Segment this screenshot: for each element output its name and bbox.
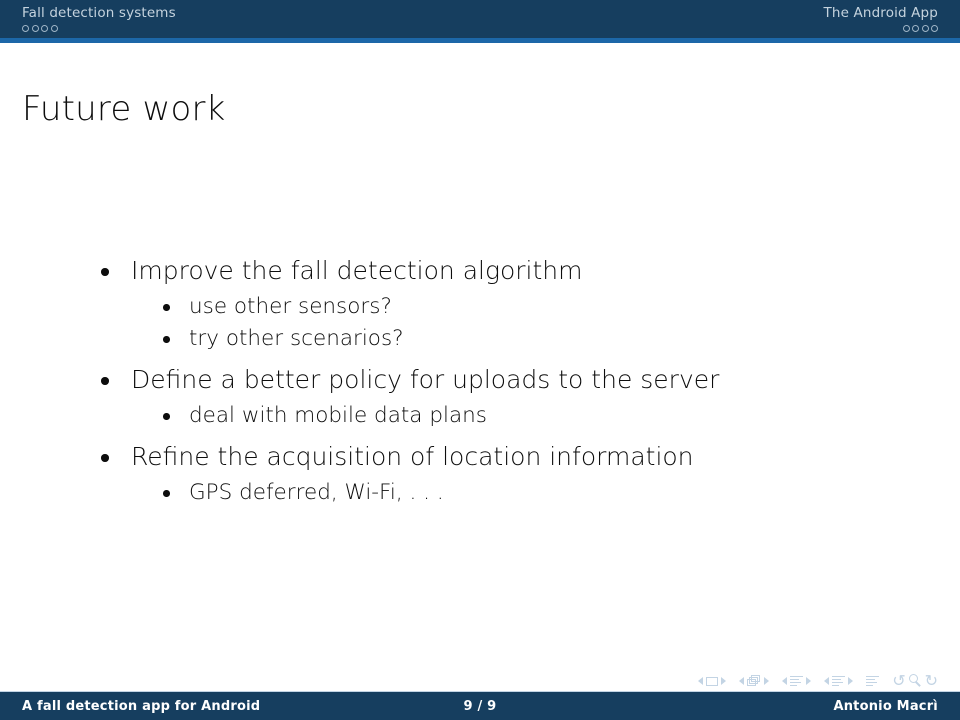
footer-page-number: 9 / 9 — [463, 698, 497, 714]
bullet-dot-icon — [163, 413, 170, 420]
bullet-dot-icon — [101, 454, 109, 462]
list-item-label: try other scenarios? — [189, 326, 404, 351]
header-section-title-right: The Android App — [823, 5, 938, 21]
prev-section-arrow-icon[interactable] — [824, 677, 830, 685]
sub-bullet-list: GPS deferred, Wi-Fi, . . . — [0, 477, 960, 509]
slide-footer-bar: A fall detection app for Android 9 / 9 A… — [0, 692, 960, 720]
bullet-dot-icon — [163, 336, 170, 343]
footer-presentation-title: A fall detection app for Android — [22, 698, 261, 714]
bullet-dot-icon — [101, 268, 109, 276]
next-subsection-arrow-icon[interactable] — [806, 677, 812, 685]
list-item: deal with mobile data plans — [0, 400, 960, 432]
header-slide-markers-left — [22, 22, 58, 34]
frame-navigation-group — [739, 675, 770, 687]
slide-icon[interactable] — [706, 676, 719, 686]
bullet-list: Improve the fall detection algorithm use… — [0, 252, 960, 509]
slide-marker[interactable] — [902, 24, 910, 32]
presentation-icon[interactable] — [866, 675, 880, 687]
prev-frame-arrow-icon[interactable] — [739, 677, 745, 685]
list-item-label: Refine the acquisition of location infor… — [131, 442, 694, 471]
slide-header-bar: Fall detection systems The Android App — [0, 0, 960, 38]
list-item: use other sensors? — [0, 291, 960, 323]
subsection-icon[interactable] — [790, 675, 804, 687]
prev-subsection-arrow-icon[interactable] — [782, 677, 788, 685]
footer-author: Antonio Macrì — [833, 698, 938, 714]
list-item-label: Define a better policy for uploads to th… — [131, 365, 720, 394]
presentation-navigation-group — [866, 675, 880, 687]
frame-icon[interactable] — [747, 675, 761, 687]
list-item: Improve the fall detection algorithm — [0, 252, 960, 290]
slide-marker[interactable] — [50, 24, 58, 32]
list-item-label: Improve the fall detection algorithm — [131, 256, 583, 285]
list-item-label: deal with mobile data plans — [189, 403, 487, 428]
slide-marker[interactable] — [912, 24, 919, 32]
history-navigation-group: ↺ ↻ — [892, 673, 938, 689]
next-section-arrow-icon[interactable] — [848, 677, 854, 685]
subsection-navigation-group — [782, 675, 812, 687]
section-icon[interactable] — [832, 675, 846, 687]
slide-navigation-group — [698, 676, 727, 686]
list-item: Define a better policy for uploads to th… — [0, 361, 960, 399]
list-item-label: GPS deferred, Wi-Fi, . . . — [189, 480, 444, 505]
back-arrow-icon[interactable]: ↺ — [892, 673, 905, 689]
header-section-left[interactable]: Fall detection systems — [0, 0, 480, 38]
bullet-dot-icon — [163, 490, 170, 497]
sub-bullet-list: use other sensors? try other scenarios? — [0, 291, 960, 355]
slide-marker[interactable] — [931, 24, 938, 32]
next-frame-arrow-icon[interactable] — [764, 677, 770, 685]
list-item-label: use other sensors? — [189, 294, 392, 319]
slide-marker[interactable] — [22, 24, 29, 32]
sub-bullet-list: deal with mobile data plans — [0, 400, 960, 432]
beamer-slide: Fall detection systems The Android App F… — [0, 0, 960, 720]
slide-marker[interactable] — [31, 24, 39, 32]
slide-body: Improve the fall detection algorithm use… — [0, 252, 960, 515]
header-slide-markers-right — [902, 22, 938, 34]
next-slide-arrow-icon[interactable] — [721, 677, 727, 685]
header-section-title-left: Fall detection systems — [22, 5, 176, 21]
bullet-dot-icon — [163, 304, 170, 311]
slide-marker[interactable] — [921, 24, 929, 32]
prev-slide-arrow-icon[interactable] — [698, 677, 704, 685]
bullet-dot-icon — [101, 377, 109, 385]
list-item: try other scenarios? — [0, 323, 960, 355]
list-item: GPS deferred, Wi-Fi, . . . — [0, 477, 960, 509]
list-item: Refine the acquisition of location infor… — [0, 438, 960, 476]
slide-marker[interactable] — [41, 24, 48, 32]
navigation-symbols: ↺ ↻ — [698, 670, 938, 692]
search-icon[interactable] — [908, 674, 922, 688]
page-title: Future work — [22, 89, 226, 129]
header-accent-strip — [0, 38, 960, 43]
forward-arrow-icon[interactable]: ↻ — [925, 673, 938, 689]
section-navigation-group — [824, 675, 854, 687]
header-section-right[interactable]: The Android App — [480, 0, 960, 38]
